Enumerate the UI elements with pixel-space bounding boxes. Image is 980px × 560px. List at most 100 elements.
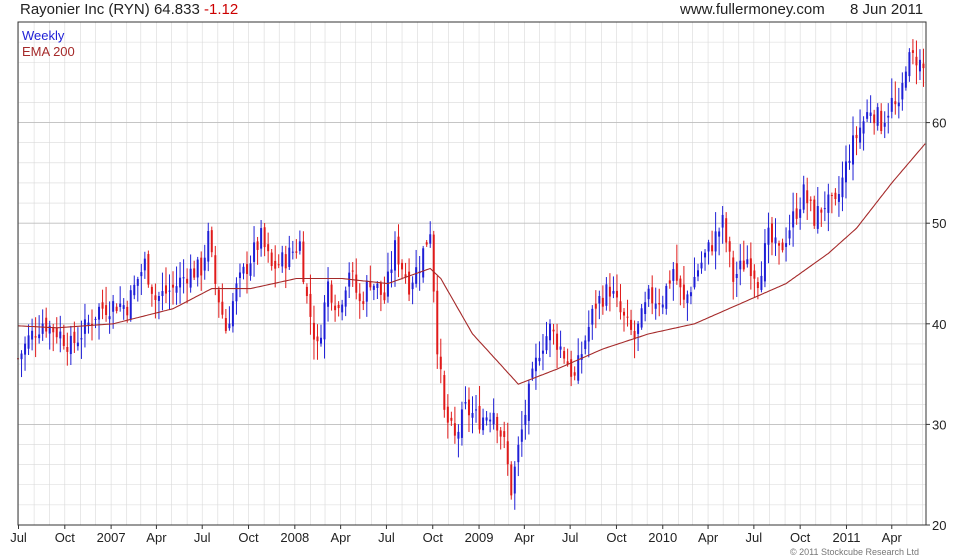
candle-body (432, 234, 435, 292)
x-tick-label: 2010 (648, 530, 677, 545)
candle-body (305, 286, 308, 297)
candle-body (200, 257, 203, 276)
candle-body (45, 317, 48, 332)
candle-body (732, 257, 735, 282)
candle-body (136, 279, 139, 286)
candle-body (372, 285, 375, 290)
candle-body (94, 318, 97, 320)
candle-body (852, 135, 855, 165)
candle-body (615, 290, 618, 298)
candle-body (711, 245, 714, 252)
candle-body (584, 340, 587, 350)
candle-body (545, 336, 548, 351)
candle-body (260, 228, 263, 249)
candle-body (799, 209, 802, 218)
candle-body (133, 284, 136, 296)
x-tick-label: Jul (746, 530, 763, 545)
candle-body (450, 417, 453, 421)
candle-body (355, 274, 358, 293)
candle-body (69, 335, 72, 355)
candle-body (866, 112, 869, 119)
candle-body (73, 331, 76, 344)
candle-body (506, 441, 509, 465)
plot-frame (17, 21, 927, 526)
candle-body (496, 416, 499, 431)
candle-body (105, 305, 108, 315)
y-tick-label: 30 (932, 417, 946, 432)
candle-body (182, 277, 185, 279)
candle-body (556, 333, 559, 350)
candle-body (207, 230, 210, 262)
candle-body (788, 230, 791, 239)
candle-body (288, 247, 291, 267)
y-tick-label: 60 (932, 116, 946, 131)
candle-body (150, 286, 153, 294)
candle-body (101, 302, 104, 309)
candle-body (460, 409, 463, 438)
candle-body (746, 259, 749, 265)
candle-body (291, 251, 294, 253)
candle-body (471, 412, 474, 418)
candle-body (143, 258, 146, 271)
candle-body (605, 284, 608, 306)
grid-lines (18, 22, 926, 525)
candle-body (358, 293, 361, 302)
candle-body (728, 241, 731, 252)
candle-body (559, 346, 562, 350)
candle-body (31, 330, 34, 340)
candle-body (644, 302, 647, 315)
candle-body (665, 285, 668, 309)
candle-body (735, 273, 738, 279)
candle-body (510, 464, 513, 496)
candle-body (862, 121, 865, 134)
x-tick-label: Apr (146, 530, 167, 545)
candle-body (753, 270, 756, 279)
candle-body (295, 251, 298, 253)
x-tick-label: Apr (514, 530, 535, 545)
candle-body (263, 227, 266, 248)
candle-body (24, 343, 27, 355)
candle-body (228, 323, 231, 329)
candle-body (397, 236, 400, 265)
candle-body (284, 254, 287, 269)
candle-body (675, 263, 678, 281)
ema-series (17, 143, 926, 385)
candle-body (876, 107, 879, 126)
candle-body (880, 110, 883, 132)
x-tick-label: Oct (606, 530, 627, 545)
candle-body (238, 272, 241, 279)
candle-body (362, 301, 365, 304)
candle-body (887, 115, 890, 118)
candle-body (189, 268, 192, 288)
candle-body (365, 280, 368, 302)
candle-body (816, 206, 819, 229)
y-tick-label: 40 (932, 317, 946, 332)
candle-body (489, 419, 492, 422)
candle-body (813, 199, 816, 226)
candle-body (873, 114, 876, 124)
candle-body (256, 241, 259, 250)
candle-body (108, 316, 111, 320)
candle-body (792, 211, 795, 228)
candle-body (485, 417, 488, 421)
candle-body (475, 409, 478, 411)
candle-body (436, 290, 439, 355)
candle-body (630, 319, 633, 330)
candle-body (119, 303, 122, 308)
candle-body (626, 316, 629, 318)
candle-body (756, 282, 759, 289)
candle-body (453, 423, 456, 436)
copyright-credit: © 2011 Stockcube Research Ltd (790, 547, 919, 557)
candle-body (179, 277, 182, 288)
x-tick-label: Oct (55, 530, 76, 545)
x-tick-label: Jul (378, 530, 395, 545)
candle-body (76, 342, 79, 347)
candle-body (323, 302, 326, 340)
y-tick-label: 20 (932, 518, 946, 533)
candle-body (411, 282, 414, 290)
candle-body (482, 417, 485, 431)
candle-body (640, 308, 643, 328)
candle-body (802, 184, 805, 210)
candle-body (531, 368, 534, 378)
candle-body (249, 263, 252, 276)
